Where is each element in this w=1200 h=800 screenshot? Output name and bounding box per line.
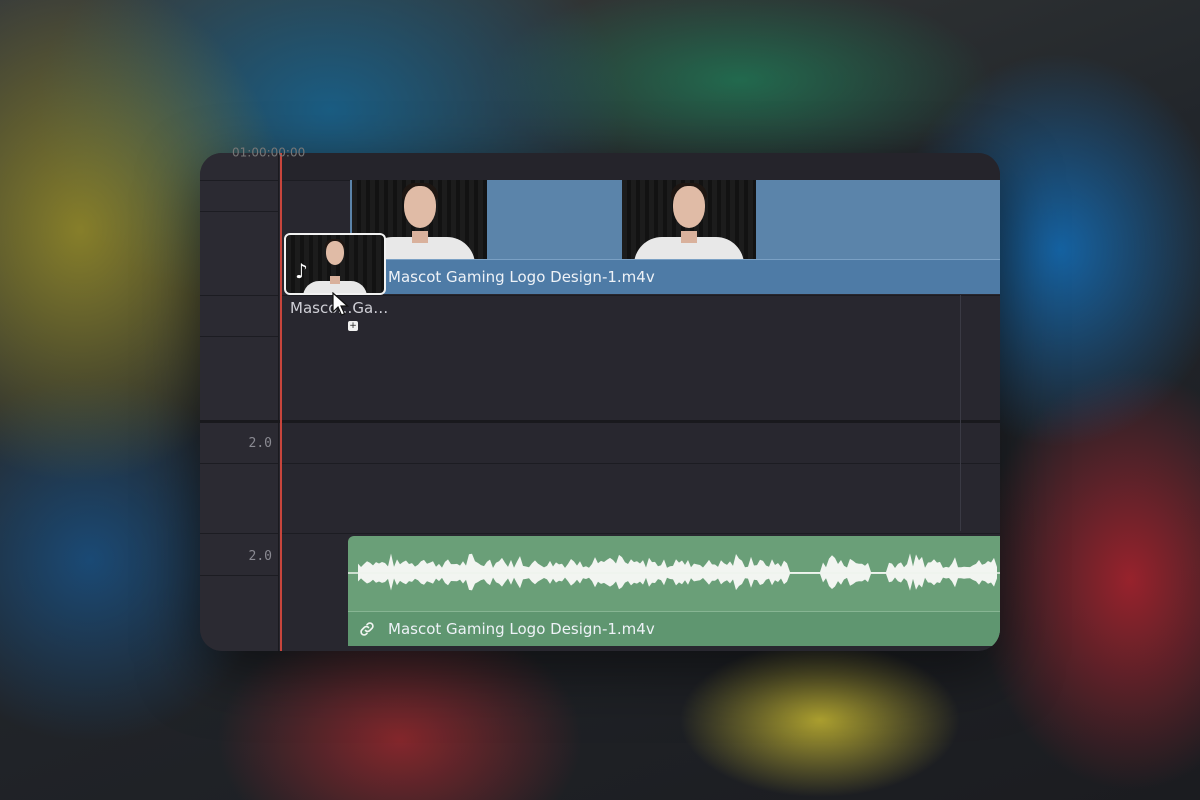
mouse-cursor-icon [332, 292, 350, 316]
music-note-icon: ♪ [295, 259, 308, 283]
dragged-clip-thumbnail[interactable]: ♪ [284, 233, 386, 295]
track-headers: 2.0 2.0 [200, 153, 279, 651]
audio-clip-name: Mascot Gaming Logo Design-1.m4v [388, 620, 655, 638]
timeline-window: 2.0 2.0 Mascot Gaming Logo Design-1.m4v … [200, 153, 1000, 651]
audio-track-1-channel: 2.0 [248, 436, 272, 451]
audio-label-bar: Mascot Gaming Logo Design-1.m4v [348, 611, 1000, 646]
audio-waveform [348, 553, 1000, 591]
link-icon [360, 622, 374, 636]
clip-label-bar: Mascot Gaming Logo Design-1.m4v [350, 259, 1000, 294]
timeline-header-timecode: 01:00:00:00 [232, 145, 306, 160]
video-audio-divider [200, 420, 1000, 423]
audio-clip[interactable]: Mascot Gaming Logo Design-1.m4v [348, 536, 1000, 646]
playhead[interactable] [280, 153, 282, 651]
video-clip[interactable]: Mascot Gaming Logo Design-1.m4v [350, 180, 1000, 294]
timeline-ruler[interactable] [280, 153, 1000, 181]
clip-thumbnail [622, 180, 756, 259]
video-clip-name: Mascot Gaming Logo Design-1.m4v [388, 268, 655, 286]
add-badge-icon: + [348, 321, 358, 331]
audio-track-2-channel: 2.0 [248, 549, 272, 564]
timeline-marker-line [960, 295, 961, 531]
